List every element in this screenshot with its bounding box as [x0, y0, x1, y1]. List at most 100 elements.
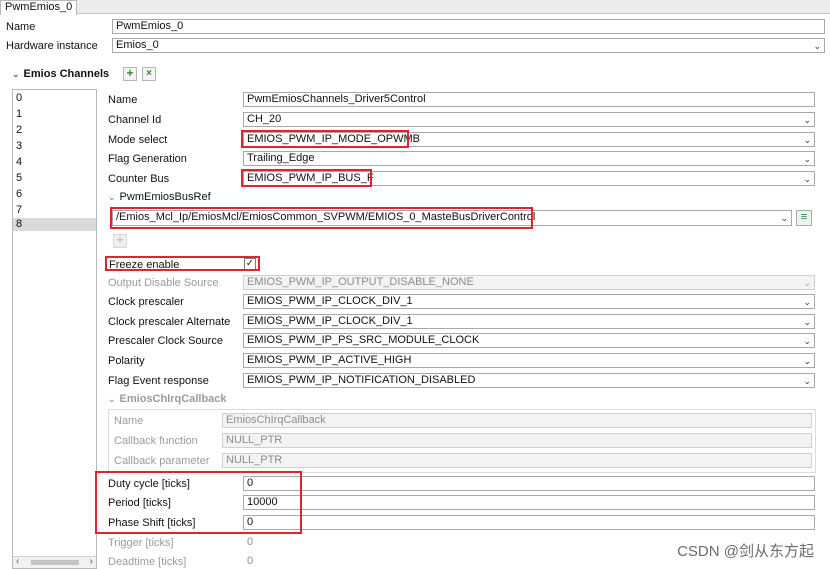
trigger-label: Trigger [ticks] — [108, 537, 174, 549]
prescaler-clock-source-select[interactable]: EMIOS_PWM_IP_PS_SRC_MODULE_CLOCK ⌄ — [243, 333, 815, 348]
remove-channel-button[interactable]: × — [142, 67, 156, 81]
period-value: 10000 — [247, 496, 278, 508]
list-item[interactable]: 6 — [16, 188, 22, 201]
expand-chevron-icon: ⌄ — [108, 394, 116, 404]
name-field[interactable]: PwmEmios_0 — [112, 19, 825, 34]
list-item[interactable]: 3 — [16, 140, 22, 153]
deadtime-label: Deadtime [ticks] — [108, 556, 187, 568]
callback-name-field[interactable]: EmiosChIrqCallback — [222, 413, 812, 428]
add-channel-button[interactable]: + — [123, 67, 137, 81]
clock-prescaler-alternate-label: Clock prescaler Alternate — [108, 316, 231, 328]
channel-id-label: Channel Id — [108, 114, 162, 126]
phase-shift-value: 0 — [247, 516, 254, 528]
callback-function-value: NULL_PTR — [226, 434, 283, 446]
output-disable-source-select[interactable]: EMIOS_PWM_IP_OUTPUT_DISABLE_NONE ⌄ — [243, 275, 815, 290]
list-item-selected[interactable]: 8 — [13, 218, 96, 231]
list-item[interactable]: 1 — [16, 108, 22, 121]
chevron-down-icon: ⌄ — [803, 135, 811, 145]
prescaler-clock-source-value: EMIOS_PWM_IP_PS_SRC_MODULE_CLOCK — [247, 334, 480, 346]
irq-callback-header[interactable]: ⌄ EmiosChIrqCallback — [108, 392, 227, 406]
scroll-right-icon[interactable]: › — [90, 556, 93, 567]
channel-list[interactable]: 0 1 2 3 4 5 6 7 8 ‹ › — [12, 89, 97, 569]
hardware-instance-select[interactable]: Emios_0 ⌄ — [112, 38, 825, 53]
callback-name-value: EmiosChIrqCallback — [226, 414, 326, 426]
callback-parameter-label: Callback parameter — [114, 455, 210, 467]
watermark-text: CSDN @剑从东方起 — [677, 543, 814, 560]
callback-name-label: Name — [114, 415, 144, 427]
channel-name-value: PwmEmiosChannels_Driver5Control — [247, 93, 426, 105]
list-item[interactable]: 7 — [16, 204, 22, 217]
prescaler-clock-source-label: Prescaler Clock Source — [108, 335, 223, 347]
hardware-instance-value: Emios_0 — [116, 39, 159, 51]
period-field[interactable]: 10000 — [243, 495, 815, 510]
list-item[interactable]: 0 — [16, 92, 22, 105]
counter-bus-label: Counter Bus — [108, 173, 170, 185]
scroll-left-icon[interactable]: ‹ — [16, 556, 19, 567]
phase-shift-label: Phase Shift [ticks] — [108, 517, 196, 529]
editor-tab-bar: PwmEmios_0 — [0, 0, 830, 15]
counter-bus-select[interactable]: EMIOS_PWM_IP_BUS_F ⌄ — [243, 171, 815, 186]
callback-function-label: Callback function — [114, 435, 198, 447]
channel-id-select[interactable]: CH_20 ⌄ — [243, 112, 815, 127]
clock-prescaler-value: EMIOS_PWM_IP_CLOCK_DIV_1 — [247, 295, 413, 307]
chevron-down-icon: ⌄ — [803, 278, 811, 288]
output-disable-source-value: EMIOS_PWM_IP_OUTPUT_DISABLE_NONE — [247, 276, 474, 288]
chevron-down-icon: ⌄ — [803, 174, 811, 184]
list-item[interactable]: 4 — [16, 156, 22, 169]
clock-prescaler-select[interactable]: EMIOS_PWM_IP_CLOCK_DIV_1 ⌄ — [243, 294, 815, 309]
scrollbar-thumb[interactable] — [31, 560, 79, 565]
list-item[interactable]: 5 — [16, 172, 22, 185]
counter-bus-value: EMIOS_PWM_IP_BUS_F — [247, 172, 374, 184]
flag-event-response-select[interactable]: EMIOS_PWM_IP_NOTIFICATION_DISABLED ⌄ — [243, 373, 815, 388]
chevron-down-icon: ⌄ — [803, 376, 811, 386]
chevron-down-icon: ⌄ — [803, 336, 811, 346]
chevron-down-icon: ⌄ — [803, 317, 811, 327]
clock-prescaler-alternate-value: EMIOS_PWM_IP_CLOCK_DIV_1 — [247, 315, 413, 327]
callback-parameter-value: NULL_PTR — [226, 454, 283, 466]
list-icon[interactable]: ≡ — [796, 210, 812, 226]
flag-generation-select[interactable]: Trailing_Edge ⌄ — [243, 151, 815, 166]
chevron-down-icon: ⌄ — [813, 41, 821, 51]
bus-ref-title: PwmEmiosBusRef — [119, 191, 211, 203]
expand-chevron-icon: ⌄ — [12, 69, 20, 79]
polarity-value: EMIOS_PWM_IP_ACTIVE_HIGH — [247, 354, 412, 366]
callback-function-field[interactable]: NULL_PTR — [222, 433, 812, 448]
expand-chevron-icon: ⌄ — [108, 192, 116, 202]
horizontal-scrollbar[interactable]: ‹ › — [13, 556, 96, 568]
phase-shift-field[interactable]: 0 — [243, 515, 815, 530]
period-label: Period [ticks] — [108, 497, 171, 509]
duty-cycle-label: Duty cycle [ticks] — [108, 478, 190, 490]
add-bus-ref-button[interactable]: + — [113, 234, 127, 248]
list-item[interactable]: 2 — [16, 124, 22, 137]
channel-name-field[interactable]: PwmEmiosChannels_Driver5Control — [243, 92, 815, 107]
hardware-instance-label: Hardware instance — [6, 40, 98, 52]
trigger-value: 0 — [247, 536, 254, 548]
freeze-enable-label: Freeze enable — [109, 259, 180, 271]
mode-select-value: EMIOS_PWM_IP_MODE_OPWMB — [247, 133, 420, 145]
clock-prescaler-alternate-select[interactable]: EMIOS_PWM_IP_CLOCK_DIV_1 ⌄ — [243, 314, 815, 329]
channel-id-value: CH_20 — [247, 113, 282, 125]
mode-select-label: Mode select — [108, 134, 168, 146]
polarity-label: Polarity — [108, 355, 145, 367]
flag-generation-label: Flag Generation — [108, 153, 187, 165]
duty-cycle-field[interactable]: 0 — [243, 476, 815, 491]
irq-callback-title: EmiosChIrqCallback — [119, 393, 227, 405]
freeze-enable-checkbox[interactable]: ✓ — [244, 258, 256, 270]
channel-name-label: Name — [108, 94, 138, 106]
bus-ref-select[interactable]: /Emios_Mcl_Ip/EmiosMcl/EmiosCommon_SVPWM… — [112, 210, 792, 226]
flag-event-response-value: EMIOS_PWM_IP_NOTIFICATION_DISABLED — [247, 374, 476, 386]
bus-ref-header[interactable]: ⌄ PwmEmiosBusRef — [108, 190, 211, 204]
chevron-down-icon: ⌄ — [803, 356, 811, 366]
name-field-value: PwmEmios_0 — [116, 20, 184, 32]
duty-cycle-value: 0 — [247, 477, 254, 489]
emios-channels-header[interactable]: ⌄ Emios Channels — [12, 67, 109, 81]
flag-event-response-label: Flag Event response — [108, 375, 209, 387]
mode-select[interactable]: EMIOS_PWM_IP_MODE_OPWMB ⌄ — [243, 132, 815, 147]
chevron-down-icon: ⌄ — [803, 297, 811, 307]
deadtime-value: 0 — [247, 555, 254, 567]
callback-parameter-field[interactable]: NULL_PTR — [222, 453, 812, 468]
clock-prescaler-label: Clock prescaler — [108, 296, 184, 308]
chevron-down-icon: ⌄ — [803, 115, 811, 125]
polarity-select[interactable]: EMIOS_PWM_IP_ACTIVE_HIGH ⌄ — [243, 353, 815, 368]
tab-pwmemios[interactable]: PwmEmios_0 — [0, 0, 78, 15]
